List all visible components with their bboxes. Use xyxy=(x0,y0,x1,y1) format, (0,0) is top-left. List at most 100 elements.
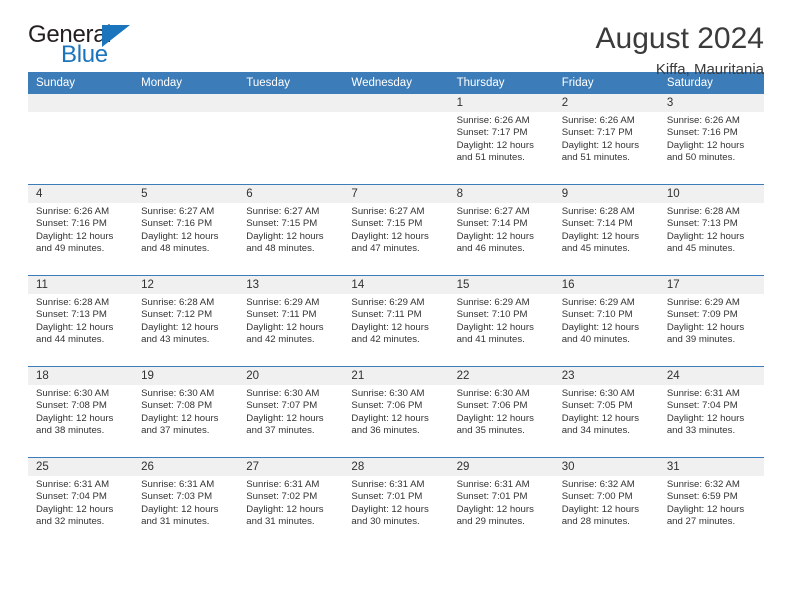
sunrise-text: Sunrise: 6:27 AM xyxy=(351,206,425,217)
day-cell[interactable] xyxy=(343,94,449,185)
daylight-text-line1: Daylight: 12 hours xyxy=(246,412,324,424)
day-cell[interactable]: 31 Sunrise: 6:32 AM Sunset: 6:59 PM Dayligh… xyxy=(658,457,764,548)
sunrise-text: Sunrise: 6:31 AM xyxy=(36,479,110,490)
day-cell[interactable]: 21 Sunrise: 6:30 AM Sunset: 7:06 PM Dayligh… xyxy=(343,366,449,458)
day-number: 4 xyxy=(28,185,134,203)
sunset-text: Sunset: 7:01 PM xyxy=(351,491,423,503)
day-cell[interactable]: 15 Sunrise: 6:29 AM Sunset: 7:10 PM Dayligh… xyxy=(448,275,554,367)
sunset-text: Sunset: 7:06 PM xyxy=(351,400,423,412)
sunrise-text: Sunrise: 6:30 AM xyxy=(141,388,215,399)
day-cell[interactable]: 25 Sunrise: 6:31 AM Sunset: 7:04 PM Dayligh… xyxy=(28,457,134,548)
day-cell[interactable]: 7 Sunrise: 6:27 AM Sunset: 7:15 PM Daylight… xyxy=(343,184,449,276)
daylight-text-line2: and 42 minutes. xyxy=(351,334,420,346)
daylight-text-line1: Daylight: 12 hours xyxy=(351,412,429,424)
daylight-text-line2: and 42 minutes. xyxy=(246,334,315,346)
daylight-text-line1: Daylight: 12 hours xyxy=(456,503,534,515)
day-cell[interactable]: 19 Sunrise: 6:30 AM Sunset: 7:08 PM Dayligh… xyxy=(133,366,239,458)
day-number: 3 xyxy=(658,94,764,112)
day-cell[interactable]: 29 Sunrise: 6:31 AM Sunset: 7:01 PM Dayligh… xyxy=(448,457,554,548)
sunset-text: Sunset: 7:00 PM xyxy=(561,491,633,503)
sunrise-text: Sunrise: 6:32 AM xyxy=(561,479,635,490)
day-cell[interactable]: 30 Sunrise: 6:32 AM Sunset: 7:00 PM Dayligh… xyxy=(553,457,659,548)
day-cell[interactable]: 8 Sunrise: 6:27 AM Sunset: 7:14 PM Daylight… xyxy=(448,184,554,276)
calendar-body: 1 Sunrise: 6:26 AM Sunset: 7:17 PM Daylight… xyxy=(28,94,764,548)
day-cell[interactable] xyxy=(28,94,134,185)
day-cell[interactable]: 12 Sunrise: 6:28 AM Sunset: 7:12 PM Dayligh… xyxy=(133,275,239,367)
sunset-text: Sunset: 7:08 PM xyxy=(36,400,107,412)
day-cell[interactable]: 5 Sunrise: 6:27 AM Sunset: 7:16 PM Daylight… xyxy=(133,184,239,276)
daylight-text-line1: Daylight: 12 hours xyxy=(561,503,640,515)
day-cell[interactable]: 10 Sunrise: 6:28 AM Sunset: 7:13 PM Dayligh… xyxy=(658,184,764,276)
sunset-text: Sunset: 7:15 PM xyxy=(351,218,423,230)
day-cell[interactable]: 18 Sunrise: 6:30 AM Sunset: 7:08 PM Dayligh… xyxy=(28,366,134,458)
day-cell[interactable] xyxy=(238,94,344,185)
day-cell[interactable]: 24 Sunrise: 6:31 AM Sunset: 7:04 PM Dayligh… xyxy=(658,366,764,458)
day-cell[interactable]: 23 Sunrise: 6:30 AM Sunset: 7:05 PM Dayligh… xyxy=(553,366,659,458)
day-cell[interactable]: 6 Sunrise: 6:27 AM Sunset: 7:15 PM Daylight… xyxy=(238,184,344,276)
day-cell[interactable]: 20 Sunrise: 6:30 AM Sunset: 7:07 PM Dayligh… xyxy=(238,366,344,458)
sunset-text: Sunset: 7:09 PM xyxy=(666,309,738,321)
title-block: August 2024 Kiffa, Mauritania xyxy=(596,22,764,80)
day-details: Sunrise: 6:28 AM Sunset: 7:14 PM Daylight:… xyxy=(554,203,659,256)
day-cell[interactable]: 2 Sunrise: 6:26 AM Sunset: 7:17 PM Daylight… xyxy=(553,94,659,185)
calendar-page: General Blue August 2024 Kiffa, Mauritan… xyxy=(0,0,792,612)
sunset-text: Sunset: 7:10 PM xyxy=(456,309,528,321)
day-cell[interactable] xyxy=(133,94,239,185)
sunrise-text: Sunrise: 6:31 AM xyxy=(246,479,320,490)
sunset-text: Sunset: 7:04 PM xyxy=(36,491,107,503)
calendar-week-row: 25 Sunrise: 6:31 AM Sunset: 7:04 PM Dayligh… xyxy=(28,457,764,548)
brand-logo[interactable]: General Blue xyxy=(28,22,146,70)
day-details: Sunrise: 6:27 AM Sunset: 7:16 PM Daylight:… xyxy=(133,203,238,256)
daylight-text-line2: and 40 minutes. xyxy=(561,334,630,346)
weekday-header-sunday: Sunday xyxy=(28,72,134,94)
sunrise-text: Sunrise: 6:29 AM xyxy=(561,297,635,308)
daylight-text-line2: and 45 minutes. xyxy=(666,243,736,255)
day-details: Sunrise: 6:31 AM Sunset: 7:02 PM Daylight:… xyxy=(238,476,343,529)
daylight-text-line1: Daylight: 12 hours xyxy=(666,230,745,242)
day-cell[interactable]: 14 Sunrise: 6:29 AM Sunset: 7:11 PM Dayligh… xyxy=(343,275,449,367)
sunrise-text: Sunrise: 6:26 AM xyxy=(666,115,740,126)
day-cell[interactable]: 26 Sunrise: 6:31 AM Sunset: 7:03 PM Dayligh… xyxy=(133,457,239,548)
daylight-text-line1: Daylight: 12 hours xyxy=(351,503,429,515)
day-cell[interactable]: 4 Sunrise: 6:26 AM Sunset: 7:16 PM Daylight… xyxy=(28,184,134,276)
daylight-text-line2: and 41 minutes. xyxy=(456,334,525,346)
day-cell[interactable]: 16 Sunrise: 6:29 AM Sunset: 7:10 PM Dayligh… xyxy=(553,275,659,367)
sunrise-text: Sunrise: 6:31 AM xyxy=(456,479,530,490)
day-cell[interactable]: 13 Sunrise: 6:29 AM Sunset: 7:11 PM Dayligh… xyxy=(238,275,344,367)
day-number xyxy=(343,94,449,112)
daylight-text-line1: Daylight: 12 hours xyxy=(141,503,219,515)
calendar-week-row: 1 Sunrise: 6:26 AM Sunset: 7:17 PM Daylight… xyxy=(28,94,764,185)
daylight-text-line1: Daylight: 12 hours xyxy=(561,321,640,333)
weekday-header-thursday: Thursday xyxy=(448,72,554,94)
sunrise-text: Sunrise: 6:26 AM xyxy=(561,115,635,126)
sunrise-text: Sunrise: 6:26 AM xyxy=(456,115,530,126)
day-cell[interactable]: 27 Sunrise: 6:31 AM Sunset: 7:02 PM Dayligh… xyxy=(238,457,344,548)
sunrise-text: Sunrise: 6:31 AM xyxy=(666,388,740,399)
day-details: Sunrise: 6:28 AM Sunset: 7:12 PM Daylight:… xyxy=(133,294,238,347)
day-cell[interactable]: 28 Sunrise: 6:31 AM Sunset: 7:01 PM Dayligh… xyxy=(343,457,449,548)
daylight-text-line2: and 29 minutes. xyxy=(456,516,525,528)
day-cell[interactable]: 22 Sunrise: 6:30 AM Sunset: 7:06 PM Dayligh… xyxy=(448,366,554,458)
daylight-text-line2: and 44 minutes. xyxy=(36,334,105,346)
daylight-text-line1: Daylight: 12 hours xyxy=(666,503,745,515)
day-number: 18 xyxy=(28,367,134,385)
daylight-text-line2: and 31 minutes. xyxy=(246,516,315,528)
daylight-text-line2: and 49 minutes. xyxy=(36,243,105,255)
day-cell[interactable]: 1 Sunrise: 6:26 AM Sunset: 7:17 PM Daylight… xyxy=(448,94,554,185)
day-cell[interactable]: 9 Sunrise: 6:28 AM Sunset: 7:14 PM Daylight… xyxy=(553,184,659,276)
day-cell[interactable]: 11 Sunrise: 6:28 AM Sunset: 7:13 PM Dayligh… xyxy=(28,275,134,367)
day-number: 7 xyxy=(343,185,449,203)
sunrise-text: Sunrise: 6:32 AM xyxy=(666,479,740,490)
daylight-text-line2: and 48 minutes. xyxy=(246,243,315,255)
day-number: 5 xyxy=(133,185,239,203)
day-details xyxy=(343,112,448,115)
sunset-text: Sunset: 7:11 PM xyxy=(246,309,317,321)
day-details xyxy=(133,112,238,115)
day-number: 10 xyxy=(658,185,764,203)
daylight-text-line1: Daylight: 12 hours xyxy=(666,321,745,333)
sunrise-text: Sunrise: 6:27 AM xyxy=(456,206,530,217)
day-cell[interactable]: 3 Sunrise: 6:26 AM Sunset: 7:16 PM Daylight… xyxy=(658,94,764,185)
daylight-text-line1: Daylight: 12 hours xyxy=(456,321,534,333)
daylight-text-line1: Daylight: 12 hours xyxy=(351,230,429,242)
day-cell[interactable]: 17 Sunrise: 6:29 AM Sunset: 7:09 PM Dayligh… xyxy=(658,275,764,367)
